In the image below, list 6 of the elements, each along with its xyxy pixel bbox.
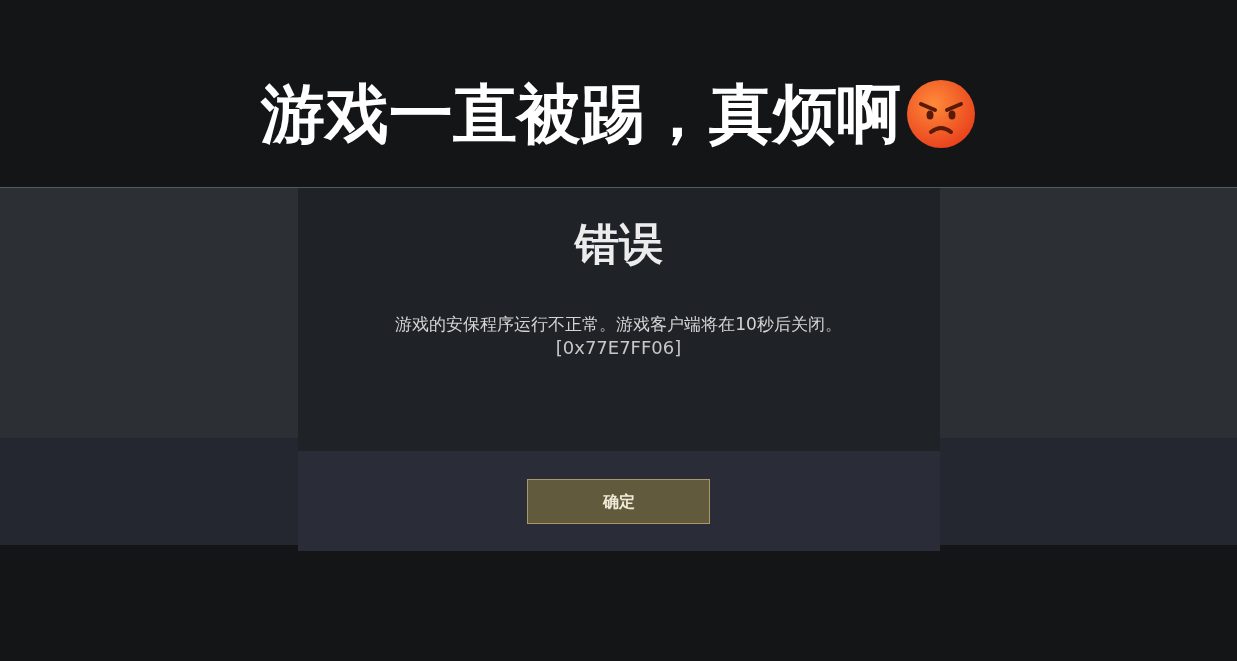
error-code: [0x77E7FF06] — [555, 336, 682, 360]
dialog-title: 错误 — [574, 222, 663, 266]
caption-text: 游戏一直被踢，真烦啊 — [260, 81, 901, 146]
error-message: 游戏的安保程序运行不正常。游戏客户端将在10秒后关闭。 — [395, 313, 842, 336]
confirm-button[interactable]: 确定 — [527, 479, 710, 524]
angry-face-icon — [904, 77, 977, 150]
